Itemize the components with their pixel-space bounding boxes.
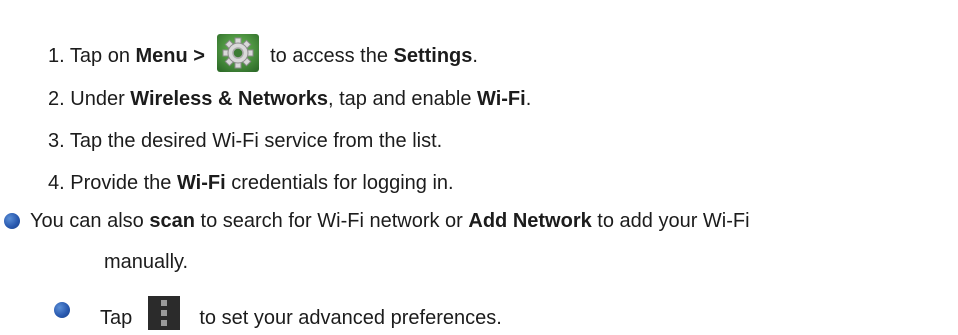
gear-icon [216, 34, 259, 72]
note-scan-label: scan [149, 210, 195, 232]
tip-text-b: to set your advanced preferences. [199, 307, 502, 329]
step-1-text-b: to access the [270, 45, 388, 67]
step-1-period: . [472, 45, 478, 67]
step-2-wireless-label: Wireless & Networks [130, 88, 328, 110]
step-2-number: 2. [48, 88, 65, 110]
step-4-text-b: credentials for logging in. [231, 172, 454, 194]
note-line-1: You can also scan to search for Wi-Fi ne… [30, 208, 750, 234]
overflow-menu-icon [147, 296, 180, 330]
step-4: 4. Provide the Wi-Fi credentials for log… [48, 170, 454, 196]
step-2-wifi-label: Wi-Fi [477, 88, 526, 110]
step-1-menu-label: Menu > [135, 45, 205, 67]
tip-line: Tap to set your advanced preferences. [100, 296, 502, 331]
step-1: 1. Tap on Menu > to access the Settings. [48, 34, 478, 72]
step-2-text-b: , tap and enable [327, 88, 472, 110]
note-text-d: manually. [104, 251, 189, 273]
note-line-2: manually. [104, 249, 188, 275]
bullet-icon [54, 302, 70, 318]
step-3-number: 3. [48, 130, 65, 152]
step-4-wifi-label: Wi-Fi [176, 172, 226, 194]
step-3-text: Tap the desired Wi-Fi service from the l… [69, 130, 443, 152]
step-2-period: . [525, 88, 532, 110]
step-2: 2. Under Wireless & Networks, tap and en… [48, 86, 531, 112]
note-text-c: to add your Wi-Fi [597, 210, 750, 232]
note-text-a: You can also [30, 210, 144, 232]
tip-text-a: Tap [100, 307, 133, 329]
bullet-icon [4, 213, 20, 229]
step-1-number: 1. [48, 45, 65, 67]
step-4-number: 4. [48, 172, 65, 194]
step-4-text-a: Provide the [70, 172, 172, 194]
step-1-settings-label: Settings [393, 45, 473, 67]
note-text-b: to search for Wi-Fi network or [200, 210, 463, 232]
step-3: 3. Tap the desired Wi-Fi service from th… [48, 128, 442, 154]
note-add-network-label: Add Network [468, 210, 592, 232]
step-2-text-a: Under [70, 88, 125, 110]
step-1-text-a: Tap on [69, 45, 130, 67]
